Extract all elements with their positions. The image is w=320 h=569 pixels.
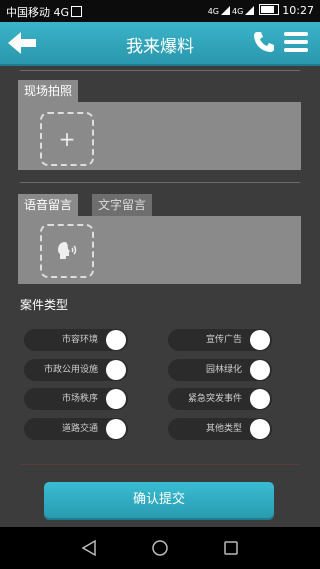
phone-icon xyxy=(254,32,274,52)
menu-line-icon xyxy=(284,40,308,44)
add-photo-button[interactable]: + xyxy=(40,112,94,166)
report-form: 现场拍照 + 语音留言 文字留言 案件类型 市容环境 市政公用设施 市场秩序 道… xyxy=(0,66,320,527)
case-option[interactable]: 市容环境 xyxy=(24,329,128,351)
submit-button[interactable]: 确认提交 xyxy=(44,482,274,518)
clock: 10:27 xyxy=(282,4,314,17)
divider xyxy=(20,70,300,71)
battery-icon xyxy=(259,4,280,15)
system-nav-bar xyxy=(0,527,320,569)
case-option-label: 道路交通 xyxy=(61,424,98,434)
message-panel xyxy=(18,216,301,284)
record-voice-button[interactable] xyxy=(40,224,94,278)
case-option-label: 市场秩序 xyxy=(61,394,98,404)
app-header: 我来爆料 xyxy=(0,22,320,66)
network-label: 4G xyxy=(207,7,219,16)
plus-icon: + xyxy=(58,127,76,151)
case-option[interactable]: 市场秩序 xyxy=(24,388,128,410)
case-option[interactable]: 园林绿化 xyxy=(168,359,272,381)
network-label-b: 4G xyxy=(232,7,244,16)
radio-circle-icon[interactable] xyxy=(106,419,126,439)
radio-circle-icon[interactable] xyxy=(250,330,270,350)
radio-circle-icon[interactable] xyxy=(250,389,270,409)
recents-square-icon[interactable] xyxy=(222,539,240,557)
back-triangle-icon[interactable] xyxy=(80,539,98,557)
radio-circle-icon[interactable] xyxy=(106,360,126,380)
carrier-label: 中国移动 4G xyxy=(6,6,70,19)
case-option[interactable]: 宣传广告 xyxy=(168,329,272,351)
signal-icon xyxy=(221,6,230,15)
menu-line-icon xyxy=(284,48,308,52)
status-right: 4G 4G 10:27 xyxy=(208,4,314,17)
case-option[interactable]: 其他类型 xyxy=(168,418,272,440)
case-option-label: 其他类型 xyxy=(205,424,242,434)
case-option[interactable]: 市政公用设施 xyxy=(24,359,128,381)
radio-circle-icon[interactable] xyxy=(106,389,126,409)
status-bar: 中国移动 4G 4G 4G 10:27 xyxy=(0,0,320,22)
phone-button[interactable] xyxy=(252,30,276,56)
tab-voice-message[interactable]: 语音留言 xyxy=(18,194,79,216)
status-left: 中国移动 4G xyxy=(6,4,83,20)
speaking-head-icon xyxy=(58,242,77,259)
sim-icon xyxy=(71,6,83,17)
case-option[interactable]: 紧急突发事件 xyxy=(168,388,272,410)
divider xyxy=(20,464,300,465)
case-option-label: 园林绿化 xyxy=(205,365,242,375)
divider xyxy=(20,182,300,183)
tab-photo[interactable]: 现场拍照 xyxy=(18,80,79,102)
radio-circle-icon[interactable] xyxy=(106,330,126,350)
menu-button[interactable] xyxy=(284,32,308,54)
home-circle-icon[interactable] xyxy=(151,539,169,557)
case-type-title: 案件类型 xyxy=(20,298,69,312)
case-option[interactable]: 道路交通 xyxy=(24,418,128,440)
radio-circle-icon[interactable] xyxy=(250,360,270,380)
photo-panel: + xyxy=(18,102,301,170)
tab-text-message[interactable]: 文字留言 xyxy=(92,194,153,216)
signal-icon-b xyxy=(245,6,255,15)
menu-line-icon xyxy=(284,32,308,36)
case-option-label: 市容环境 xyxy=(61,335,98,345)
case-option-label: 紧急突发事件 xyxy=(187,394,242,404)
case-option-label: 宣传广告 xyxy=(205,335,242,345)
radio-circle-icon[interactable] xyxy=(250,419,270,439)
case-option-label: 市政公用设施 xyxy=(43,365,98,375)
